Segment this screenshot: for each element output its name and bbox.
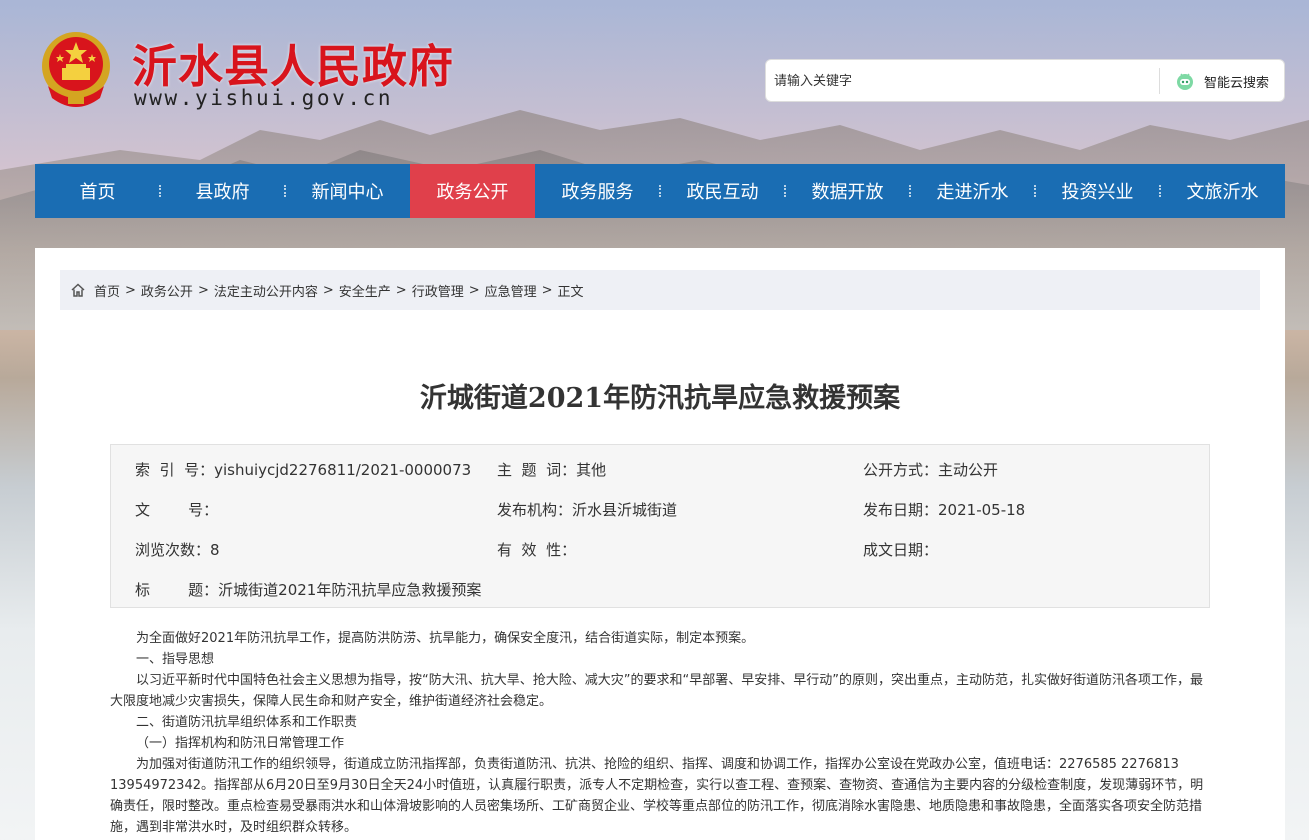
article-paragraph: 为全面做好2021年防汛抗旱工作，提高防洪防涝、抗旱能力，确保安全度汛，结合街道… <box>136 631 755 646</box>
breadcrumb-safety-production[interactable]: 安全生产 <box>339 281 391 300</box>
meta-date-value: 2021-05-18 <box>938 501 1026 519</box>
meta-index: 索 引 号：yishuiycjd2276811/2021-0000073 <box>135 459 471 480</box>
site-url: www.yishui.gov.cn <box>134 86 394 110</box>
article-subheading: （一）指挥机构和防汛日常管理工作 <box>136 736 345 751</box>
breadcrumb: 首页 > 政务公开 > 法定主动公开内容 > 安全生产 > 行政管理 > 应急管… <box>60 270 1260 310</box>
nav-item-about-yishui[interactable]: 走进沂水 <box>910 164 1036 218</box>
nav-label: 政务服务 <box>561 182 634 203</box>
nav-item-county-government[interactable]: 县政府 <box>160 164 286 218</box>
nav-item-culture-tourism[interactable]: 文旅沂水 <box>1160 164 1285 218</box>
breadcrumb-current: 正文 <box>557 284 584 300</box>
smart-search-button[interactable]: 智能云搜索 <box>1166 66 1277 96</box>
nav-item-news-center[interactable]: 新闻中心 <box>285 164 410 218</box>
nav-item-open-data[interactable]: 数据开放 <box>785 164 911 218</box>
meta-subject: 主 题 词：其他 <box>497 459 606 480</box>
meta-mode: 公开方式：主动公开 <box>863 459 998 480</box>
nav-label: 投资兴业 <box>1061 182 1134 203</box>
breadcrumb-home[interactable]: 首页 <box>94 281 120 300</box>
breadcrumb-administration[interactable]: 行政管理 <box>412 281 464 300</box>
nav-label: 首页 <box>79 182 116 203</box>
search-divider <box>1159 68 1160 94</box>
search-box: 智能云搜索 <box>765 59 1285 102</box>
breadcrumb-separator: > <box>541 282 553 298</box>
meta-publisher: 发布机构：沂水县沂城街道 <box>497 499 677 520</box>
meta-views-label: 浏览次数： <box>135 541 211 559</box>
smart-search-label: 智能云搜索 <box>1204 75 1270 91</box>
nav-label: 政务公开 <box>436 182 509 203</box>
breadcrumb-separator: > <box>125 282 136 298</box>
meta-mode-value: 主动公开 <box>938 461 999 479</box>
meta-subject-label: 主 题 词： <box>497 461 577 479</box>
meta-views-value: 8 <box>210 541 220 559</box>
breadcrumb-separator: > <box>395 282 407 298</box>
article-paragraph: 以习近平新时代中国特色社会主义思想为指导，按“防大汛、抗大旱、抢大险、减大灾”的… <box>110 673 1203 709</box>
meta-title-label: 标 题： <box>135 581 219 599</box>
breadcrumb-separator: > <box>468 282 480 298</box>
breadcrumb-government-affairs[interactable]: 政务公开 <box>141 281 193 300</box>
meta-date-label: 发布日期： <box>863 501 939 519</box>
robot-icon <box>1177 73 1193 90</box>
home-icon <box>71 283 85 297</box>
meta-validity: 有 效 性： <box>497 539 576 560</box>
nav-label: 数据开放 <box>811 182 884 203</box>
article-heading: 二、街道防汛抗旱组织体系和工作职责 <box>136 715 358 730</box>
meta-created-label: 成文日期： <box>863 541 939 559</box>
nav-label: 走进沂水 <box>936 182 1009 203</box>
breadcrumb-separator: > <box>197 282 209 298</box>
nav-item-investment[interactable]: 投资兴业 <box>1035 164 1161 218</box>
meta-title-value: 沂城街道2021年防汛抗旱应急救援预案 <box>218 581 482 599</box>
meta-doc-no-label: 文 号： <box>135 501 219 519</box>
meta-created: 成文日期： <box>863 539 938 560</box>
meta-date: 发布日期：2021-05-18 <box>863 499 1025 520</box>
nav-label: 文旅沂水 <box>1186 182 1259 203</box>
meta-index-label: 索 引 号： <box>135 461 215 479</box>
article-meta-box: 索 引 号：yishuiycjd2276811/2021-0000073 主 题… <box>110 444 1210 608</box>
meta-index-value: yishuiycjd2276811/2021-0000073 <box>214 461 472 479</box>
search-input[interactable] <box>774 70 1154 92</box>
breadcrumb-statutory-disclosure[interactable]: 法定主动公开内容 <box>214 281 318 300</box>
breadcrumb-separator: > <box>322 282 334 298</box>
article-title: 沂城街道2021年防汛抗旱应急救援预案 <box>419 383 901 414</box>
nav-item-government-services[interactable]: 政务服务 <box>535 164 661 218</box>
site-header: 沂水县人民政府 www.yishui.gov.cn 智能云搜索 <box>0 0 1309 164</box>
main-content: 首页 > 政务公开 > 法定主动公开内容 > 安全生产 > 行政管理 > 应急管… <box>35 248 1285 840</box>
meta-title: 标 题：沂城街道2021年防汛抗旱应急救援预案 <box>135 579 481 600</box>
nav-label: 新闻中心 <box>311 182 384 203</box>
nav-item-home[interactable]: 首页 <box>35 164 161 218</box>
meta-mode-label: 公开方式： <box>863 461 939 479</box>
article-paragraph: 为加强对街道防汛工作的组织领导，街道成立防汛指挥部，负责街道防汛、抗洪、抢险的组… <box>110 757 1204 835</box>
meta-views: 浏览次数：8 <box>135 539 220 560</box>
meta-doc-no: 文 号： <box>135 499 218 520</box>
meta-subject-value: 其他 <box>576 461 607 479</box>
nav-item-public-interaction[interactable]: 政民互动 <box>660 164 786 218</box>
nav-item-government-affairs-disclosure[interactable]: 政务公开 <box>410 164 535 218</box>
meta-publisher-label: 发布机构： <box>497 501 573 519</box>
meta-publisher-value: 沂水县沂城街道 <box>572 501 678 519</box>
nav-label: 政民互动 <box>686 182 759 203</box>
main-nav: 首页 县政府 新闻中心 政务公开 政务服务 政民互动 数据开放 走进沂水 投资兴… <box>35 164 1285 218</box>
breadcrumb-emergency-management[interactable]: 应急管理 <box>485 281 537 300</box>
meta-validity-label: 有 效 性： <box>497 541 577 559</box>
article-body: 为全面做好2021年防汛抗旱工作，提高防洪防涝、抗旱能力，确保安全度汛，结合街道… <box>110 628 1210 838</box>
article-heading: 一、指导思想 <box>136 652 215 667</box>
nav-label: 县政府 <box>195 182 250 203</box>
national-emblem-icon <box>42 32 110 107</box>
